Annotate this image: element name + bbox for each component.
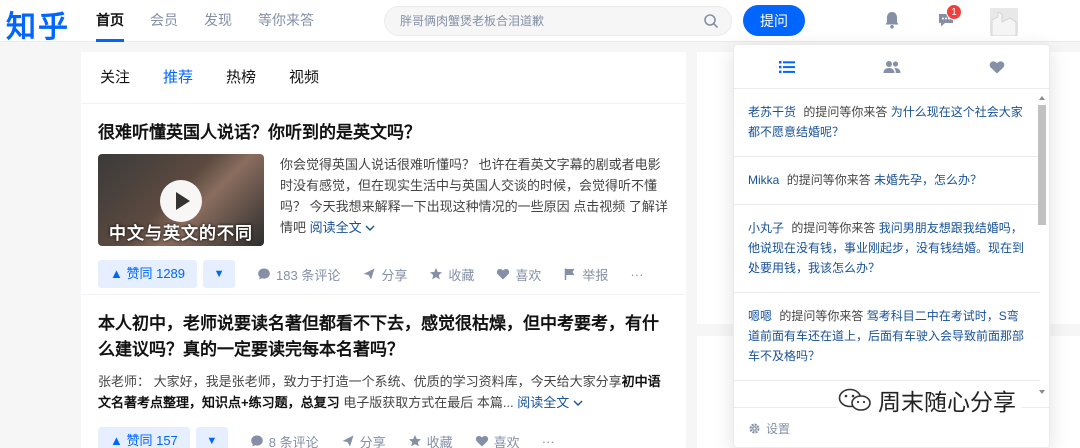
heart-icon [475,435,488,447]
share-button[interactable]: 分享 [341,432,386,448]
feed-list: 很难听懂英国人说话？你听到的是英文吗？ 中文与英文的不同 你会觉得英国人说话很难… [81,104,686,448]
tab-hot[interactable]: 热榜 [226,52,256,103]
comment-icon [258,268,270,280]
video-thumbnail[interactable]: 中文与英文的不同 [98,154,264,246]
notification-user[interactable]: 嗯嗯 [748,309,772,323]
flag-icon [565,268,575,280]
downvote-button[interactable]: ▼ [203,260,236,288]
share-icon [342,435,354,447]
user-avatar[interactable] [990,8,1018,36]
heart-icon [497,268,510,280]
notification-action: 的提问等你来答 [791,221,876,235]
top-header: 知乎 首页 会员 发现 等你来答 提问 1 [0,0,1080,45]
collect-button[interactable]: 收藏 [429,265,474,284]
share-button[interactable]: 分享 [362,265,407,284]
comment-button[interactable]: 183 条评论 [257,265,340,284]
scroll-up-icon [1039,96,1045,100]
nav-vip[interactable]: 会员 [150,0,178,42]
notification-item[interactable]: 嗯嗯 的提问等你来答 驾考科目二中在考试时，S弯道前面有车还在道上，后面有车驶入… [734,293,1040,381]
gear-icon [749,423,760,434]
more-options-icon[interactable]: ··· [630,267,643,282]
notification-scrollbar[interactable] [1038,95,1046,395]
chevron-down-icon [365,225,375,231]
comment-icon [250,435,263,447]
notification-action: 的提问等你来答 [803,105,888,119]
heart-icon [989,60,1004,73]
main-nav: 首页 会员 发现 等你来答 [96,0,340,42]
tab-notifications-likes[interactable] [944,45,1049,88]
action-bar: ▲ 赞同 157 ▼ 8 条评论 分享 收藏 喜欢 ··· [98,421,669,448]
tab-follow[interactable]: 关注 [100,52,130,103]
feed-tabs: 关注 推荐 热榜 视频 [81,52,686,104]
ask-question-button[interactable]: 提问 [743,5,805,36]
comment-button[interactable]: 8 条评论 [250,432,319,448]
users-icon [883,60,900,73]
bell-icon[interactable] [882,10,902,35]
feed-item-excerpt[interactable]: 你会觉得英国人说话很难听懂吗？ 也许在看英文字幕的剧或者电影时没有感觉，但在现实… [280,154,669,246]
notification-badge: 1 [946,4,962,20]
feed-item-title[interactable]: 很难听懂英国人说话？你听到的是英文吗？ [98,120,669,146]
watermark: 周末随心分享 [838,383,1022,417]
feed-item-excerpt[interactable]: 张老师： 大家好，我是张老师，致力于打造一个系统、优质的学习资料库，今天给大家分… [98,371,669,413]
feed-item: 本人初中，老师说要读名著但都看不下去，感觉很枯燥，但中考要考，有什么建议吗？真的… [81,294,686,448]
notification-user[interactable]: 小丸子 [748,221,784,235]
thumbnail-caption: 中文与英文的不同 [109,224,253,243]
star-icon [408,435,421,447]
notification-tabs [734,45,1049,89]
search-box [384,6,732,36]
feed-card: 关注 推荐 热榜 视频 很难听懂英国人说话？你听到的是英文吗？ 中文与英文的不同… [81,52,686,448]
downvote-button[interactable]: ▼ [195,427,228,448]
star-icon [430,268,443,280]
read-more-link[interactable]: 阅读全文 [310,220,376,235]
more-options-icon[interactable]: ··· [542,434,555,448]
settings-button[interactable]: 设置 [748,420,790,437]
notification-item[interactable]: 老苏干货 的提问等你来答 为什么现在这个社会大家都不愿意结婚呢？ [734,89,1040,157]
tab-video[interactable]: 视频 [289,52,319,103]
zhihu-logo[interactable]: 知乎 [6,2,70,46]
nav-discover[interactable]: 发现 [204,0,232,42]
share-icon [363,268,375,280]
wechat-icon [838,388,871,411]
collect-button[interactable]: 收藏 [408,432,453,448]
chevron-down-icon [573,400,583,406]
scrollbar-thumb[interactable] [1038,105,1046,225]
tab-notifications-list[interactable] [734,45,839,88]
notification-user[interactable]: 老苏干货 [748,105,796,119]
notification-action: 的提问等你来答 [779,309,864,323]
notification-question[interactable]: 未婚先孕，怎么办？ [874,173,982,187]
play-icon[interactable] [160,180,202,222]
notification-item[interactable]: Mikka 的提问等你来答 未婚先孕，怎么办？ [734,157,1040,205]
notification-action: 的提问等你来答 [786,173,871,187]
notification-question[interactable]: 我问男朋友想跟我结婚吗，他说现在没有钱，事业刚起步，没有钱结婚。现在到处要用钱，… [748,221,1024,275]
upvote-button[interactable]: ▲ 赞同 157 [98,427,190,448]
notification-item[interactable]: 小丸子 的提问等你来答 我问男朋友想跟我结婚吗，他说现在没有钱，事业刚起步，没有… [734,205,1040,293]
search-icon[interactable] [703,13,719,34]
feed-item: 很难听懂英国人说话？你听到的是英文吗？ 中文与英文的不同 你会觉得英国人说话很难… [81,104,686,294]
feed-item-title[interactable]: 本人初中，老师说要读名著但都看不下去，感觉很枯燥，但中考要考，有什么建议吗？真的… [98,311,669,363]
upvote-button[interactable]: ▲ 赞同 1289 [98,260,198,288]
search-input[interactable] [385,7,685,35]
report-button[interactable]: 举报 [563,265,608,284]
like-button[interactable]: 喜欢 [496,265,541,284]
like-button[interactable]: 喜欢 [475,432,520,448]
feed-item-body: 中文与英文的不同 你会觉得英国人说话很难听懂吗？ 也许在看英文字幕的剧或者电影时… [98,154,669,246]
nav-waiting-answers[interactable]: 等你来答 [258,0,314,42]
scroll-down-icon [1039,390,1045,394]
notification-user[interactable]: Mikka [748,173,779,187]
list-icon [778,60,795,73]
read-more-link[interactable]: 阅读全文 [517,395,583,410]
nav-home[interactable]: 首页 [96,0,124,42]
action-bar: ▲ 赞同 1289 ▼ 183 条评论 分享 收藏 喜欢 举报 ··· [98,254,669,294]
tab-notifications-users[interactable] [839,45,944,88]
notification-list: 老苏干货 的提问等你来答 为什么现在这个社会大家都不愿意结婚呢？ Mikka 的… [734,89,1040,397]
tab-recommend[interactable]: 推荐 [163,52,193,103]
